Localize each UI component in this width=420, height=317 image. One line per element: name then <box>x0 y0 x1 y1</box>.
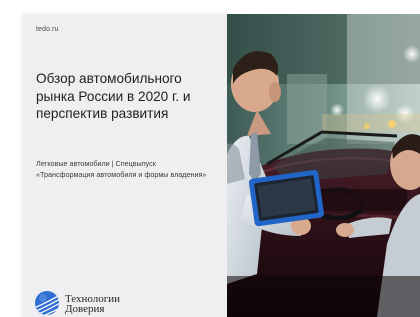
sphere-logo-icon <box>35 291 59 315</box>
company-logo: Технологии Доверия <box>34 290 154 317</box>
car-showroom-photo <box>227 14 420 317</box>
site-url: tedo.ru <box>36 26 59 33</box>
showroom-illustration <box>227 14 420 317</box>
cover-panel: tedo.ru Обзор автомобильного рынка Росси… <box>22 14 227 317</box>
report-title: Обзор автомобильного рынка России в 2020… <box>36 71 191 121</box>
report-subtitle: Легковые автомобили | Спецвыпуск «Трансф… <box>36 159 207 179</box>
report-cover-frame: tedo.ru Обзор автомобильного рынка Росси… <box>0 0 420 317</box>
logo-text-line2: Доверия <box>65 303 105 315</box>
